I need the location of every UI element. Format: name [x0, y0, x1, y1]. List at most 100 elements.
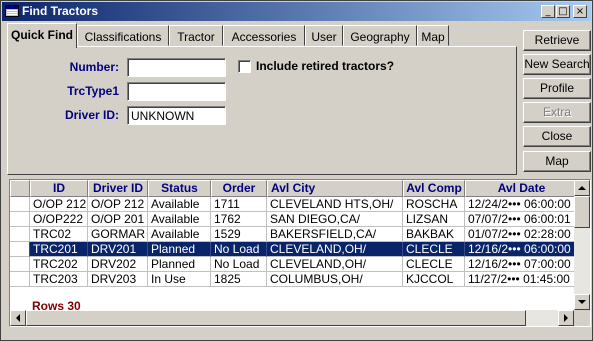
cell-avl-date[interactable]: 11/27/2••• 01:45:00 — [465, 272, 578, 287]
row-indicator[interactable] — [10, 212, 30, 227]
horizontal-scrollbar[interactable] — [10, 310, 574, 326]
column-header-avl-city[interactable]: Avl City — [267, 180, 403, 197]
cell-driver-id[interactable]: O/OP 201 — [88, 212, 148, 227]
cell-avl-date[interactable]: 12/24/2••• 06:00:00 — [465, 197, 578, 212]
tab-label: User — [311, 30, 337, 44]
cell-avl-comp[interactable]: ROSCHA — [403, 197, 465, 212]
maximize-button[interactable]: □ — [556, 5, 570, 18]
row-indicator[interactable] — [10, 197, 30, 212]
cell-avl-city[interactable]: CLEVELAND,OH/ — [267, 257, 403, 272]
cell-driver-id[interactable]: DRV203 — [88, 272, 148, 287]
row-indicator[interactable] — [10, 257, 30, 272]
window-title: Find Tractors — [22, 4, 99, 18]
scroll-down-button[interactable] — [574, 294, 590, 310]
cell-status[interactable]: Available — [148, 212, 211, 227]
scroll-up-button[interactable] — [574, 180, 590, 196]
trctype-input[interactable] — [127, 82, 226, 101]
minimize-icon: _ — [545, 6, 551, 17]
cell-avl-comp[interactable]: BAKBAK — [403, 227, 465, 242]
tab-label: Accessories — [231, 30, 297, 44]
cell-driver-id[interactable]: DRV202 — [88, 257, 148, 272]
cell-order[interactable]: No Load — [211, 257, 267, 272]
cell-id[interactable]: TRC202 — [30, 257, 88, 272]
cell-status[interactable]: Planned — [148, 257, 211, 272]
cell-avl-city[interactable]: CLEVELAND HTS,OH/ — [267, 197, 403, 212]
vertical-scrollbar[interactable] — [574, 180, 590, 310]
tab-tractor[interactable]: Tractor — [169, 25, 223, 46]
column-header-status[interactable]: Status — [148, 180, 211, 197]
cell-order[interactable]: 1762 — [211, 212, 267, 227]
table-row[interactable]: O/OP222 O/OP 201 Available 1762 SAN DIEGO,CA… — [10, 212, 578, 227]
cell-driver-id[interactable]: DRV201 — [88, 242, 148, 257]
cell-order[interactable]: 1825 — [211, 272, 267, 287]
table-row[interactable]: TRC201 DRV201 Planned No Load CLEVELAND,OH/C… — [10, 242, 578, 257]
cell-avl-date[interactable]: 07/07/2••• 06:00:01 — [465, 212, 578, 227]
cell-order[interactable]: 1711 — [211, 197, 267, 212]
cell-avl-date[interactable]: 12/16/2••• 06:00:00 — [465, 242, 578, 257]
new-search-button[interactable]: New Search — [523, 54, 591, 75]
cell-avl-city[interactable]: COLUMBUS,OH/ — [267, 272, 403, 287]
title-bar[interactable]: Find Tractors _ □ × — [2, 2, 591, 21]
tab-label: Tractor — [177, 30, 215, 44]
cell-status[interactable]: In Use — [148, 272, 211, 287]
tab-label: Quick Find — [10, 28, 73, 42]
tab-user[interactable]: User — [305, 25, 343, 46]
close-button[interactable]: Close — [523, 126, 591, 147]
table-row[interactable]: TRC02 GORMAR Available 1529 BAKERSFIELD,CA/B… — [10, 227, 578, 242]
scroll-down-icon — [578, 300, 586, 304]
row-indicator-header — [10, 180, 30, 197]
cell-id[interactable]: TRC203 — [30, 272, 88, 287]
cell-avl-comp[interactable]: LIZSAN — [403, 212, 465, 227]
cell-status[interactable]: Available — [148, 227, 211, 242]
tab-accessories[interactable]: Accessories — [223, 25, 305, 46]
column-header-id[interactable]: ID — [30, 180, 88, 197]
column-header-avl-comp[interactable]: Avl Comp — [403, 180, 465, 197]
cell-avl-comp[interactable]: CLECLE — [403, 242, 465, 257]
scroll-up-icon — [578, 186, 586, 190]
cell-id[interactable]: O/OP 212 — [30, 197, 88, 212]
horizontal-scroll-thumb[interactable] — [26, 310, 526, 326]
include-retired-label: Include retired tractors? — [256, 59, 395, 73]
tab-classifications[interactable]: Classifications — [77, 25, 169, 46]
map-button[interactable]: Map — [523, 151, 591, 172]
number-input[interactable] — [127, 58, 226, 77]
cell-id[interactable]: TRC201 — [30, 242, 88, 257]
cell-id[interactable]: O/OP222 — [30, 212, 88, 227]
retrieve-button[interactable]: Retrieve — [523, 30, 591, 51]
cell-id[interactable]: TRC02 — [30, 227, 88, 242]
cell-avl-comp[interactable]: KJCCOL — [403, 272, 465, 287]
cell-driver-id[interactable]: GORMAR — [88, 227, 148, 242]
table-row[interactable]: O/OP 212 O/OP 212 Available 1711 CLEVELAND H… — [10, 197, 578, 212]
cell-order[interactable]: No Load — [211, 242, 267, 257]
extra-button[interactable]: Extra — [523, 102, 591, 123]
include-retired-checkbox[interactable] — [238, 60, 251, 73]
row-indicator[interactable] — [10, 272, 30, 287]
cell-avl-city[interactable]: BAKERSFIELD,CA/ — [267, 227, 403, 242]
row-indicator[interactable] — [10, 227, 30, 242]
column-header-avl-date[interactable]: Avl Date — [465, 180, 578, 197]
close-window-button[interactable]: × — [573, 5, 587, 18]
cell-avl-city[interactable]: SAN DIEGO,CA/ — [267, 212, 403, 227]
profile-button[interactable]: Profile — [523, 78, 591, 99]
cell-avl-date[interactable]: 12/16/2••• 07:00:00 — [465, 257, 578, 272]
tab-quick-find[interactable]: Quick Find — [7, 23, 77, 48]
column-header-order[interactable]: Order — [211, 180, 267, 197]
scroll-left-button[interactable] — [10, 310, 26, 326]
cell-status[interactable]: Planned — [148, 242, 211, 257]
cell-status[interactable]: Available — [148, 197, 211, 212]
cell-avl-city[interactable]: CLEVELAND,OH/ — [267, 242, 403, 257]
table-row[interactable]: TRC203 DRV203 In Use 1825 COLUMBUS,OH/KJCCOL… — [10, 272, 578, 287]
table-row[interactable]: TRC202 DRV202 Planned No Load CLEVELAND,OH/C… — [10, 257, 578, 272]
cell-driver-id[interactable]: O/OP 212 — [88, 197, 148, 212]
tab-map[interactable]: Map — [417, 25, 449, 46]
tab-geography[interactable]: Geography — [343, 25, 417, 46]
cell-order[interactable]: 1529 — [211, 227, 267, 242]
row-indicator[interactable] — [10, 242, 30, 257]
cell-avl-comp[interactable]: CLECLE — [403, 257, 465, 272]
column-header-driver-id[interactable]: Driver ID — [88, 180, 148, 197]
vertical-scroll-thumb[interactable] — [574, 196, 590, 228]
scroll-right-button[interactable] — [558, 310, 574, 326]
cell-avl-date[interactable]: 01/07/2••• 02:28:00 — [465, 227, 578, 242]
minimize-button[interactable]: _ — [541, 5, 555, 18]
driver-id-input[interactable]: UNKNOWN — [127, 106, 226, 125]
